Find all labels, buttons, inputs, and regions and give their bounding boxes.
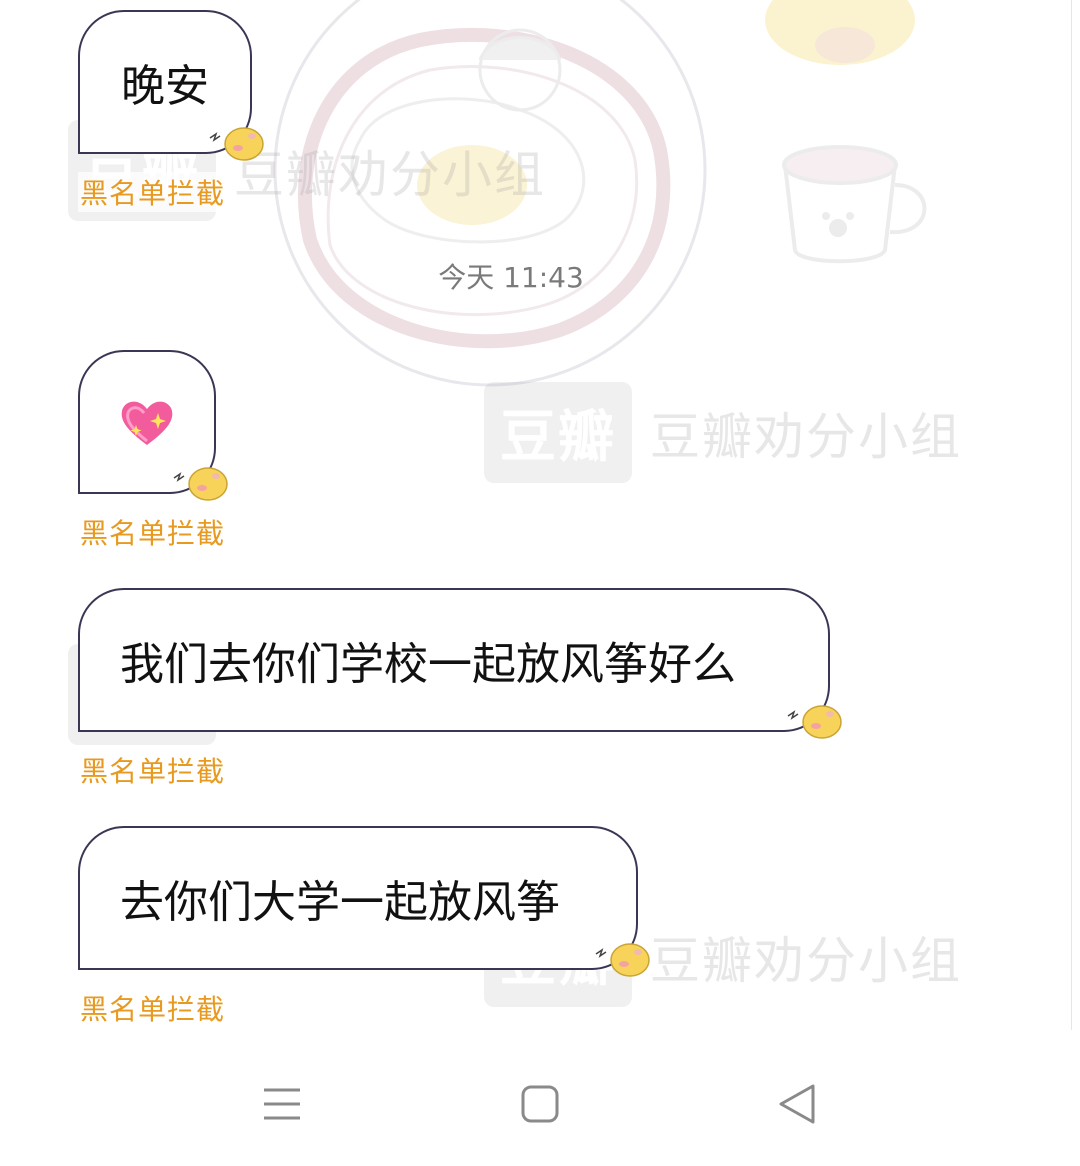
menu-icon xyxy=(264,1088,300,1120)
watermark-text: 豆瓣劝分小组 xyxy=(650,931,962,990)
message-bubble[interactable]: 去你们大学一起放风筝 xyxy=(78,826,650,977)
timestamp: 今天 11:43 xyxy=(438,261,584,294)
hamster-sticker-icon xyxy=(209,127,264,161)
watermark: 豆瓣 豆瓣劝分小组 xyxy=(484,382,962,483)
blocked-status-label: 黑名单拦截 xyxy=(78,750,228,790)
hamster-sticker-icon xyxy=(787,705,842,739)
hamster-sticker-icon xyxy=(595,943,650,977)
home-button[interactable] xyxy=(516,1080,564,1128)
back-button[interactable] xyxy=(772,1080,820,1128)
watermark-logo: 豆瓣 xyxy=(484,382,632,483)
message-bubble[interactable]: 我们去你们学校一起放风筝好么 xyxy=(78,588,842,739)
message-bubble[interactable] xyxy=(78,350,228,501)
hamster-sticker-icon xyxy=(173,467,228,501)
navigation-bar xyxy=(0,1040,1080,1166)
blocked-status-label: 黑名单拦截 xyxy=(78,512,228,552)
message-row: 晚安 xyxy=(78,10,264,161)
message-row: 去你们大学一起放风筝 xyxy=(78,826,650,977)
back-icon xyxy=(779,1084,815,1124)
blocked-status-label: 黑名单拦截 xyxy=(78,988,228,1028)
watermark-text: 豆瓣劝分小组 xyxy=(650,407,962,466)
blocked-status-label: 黑名单拦截 xyxy=(78,172,228,212)
scroll-edge xyxy=(1071,0,1072,1030)
message-bubble[interactable]: 晚安 xyxy=(78,10,264,161)
menu-button[interactable] xyxy=(258,1080,306,1128)
message-text: 去你们大学一起放风筝 xyxy=(120,877,560,928)
watermark-text: 豆瓣劝分小组 xyxy=(234,145,546,204)
sparkling-heart-icon xyxy=(121,401,173,445)
message-row: 我们去你们学校一起放风筝好么 xyxy=(78,588,842,739)
home-icon xyxy=(521,1085,559,1123)
message-text: 我们去你们学校一起放风筝好么 xyxy=(120,639,736,690)
message-text: 晚安 xyxy=(121,61,209,112)
message-row xyxy=(78,350,228,501)
